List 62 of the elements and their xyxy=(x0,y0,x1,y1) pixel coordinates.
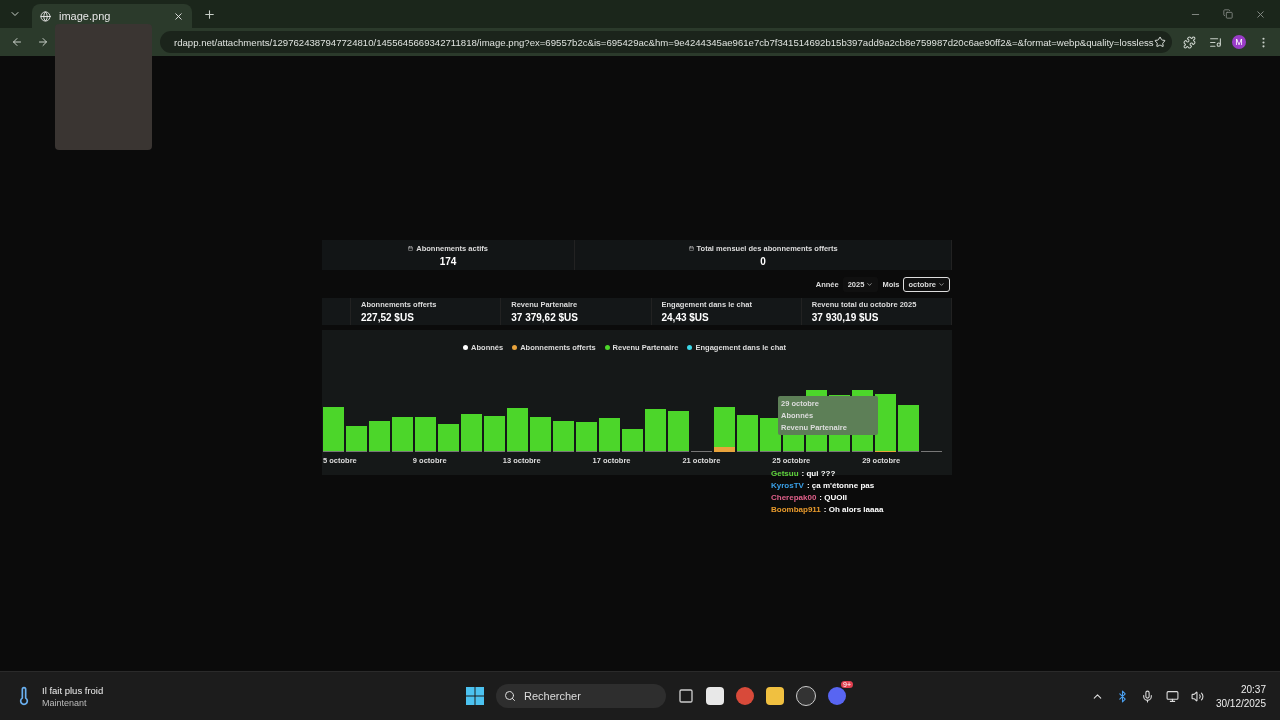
chart-bar xyxy=(668,411,689,452)
chat-username: Boombap911 xyxy=(771,505,821,514)
clock[interactable]: 20:37 30/12/2025 xyxy=(1215,683,1266,709)
chat-username: KyrosTV xyxy=(771,481,804,490)
chart-bar xyxy=(576,422,597,452)
chart-bar xyxy=(737,415,758,452)
chart-bar xyxy=(323,407,344,452)
chat-message: : Oh alors laaaa xyxy=(823,505,884,514)
calendar-icon xyxy=(688,245,694,251)
bookmark-star-icon[interactable] xyxy=(1153,36,1166,48)
folder-app-icon[interactable] xyxy=(766,687,784,705)
bar-segment xyxy=(714,447,735,452)
chart-bar xyxy=(484,416,505,452)
chart-bar xyxy=(507,408,528,452)
chart-bar xyxy=(415,417,436,452)
close-icon[interactable] xyxy=(1255,8,1266,20)
chat-username: Getsuu xyxy=(771,469,799,478)
chat-message: : QUOII xyxy=(819,493,847,502)
caret-icon xyxy=(866,280,874,288)
chart-bar xyxy=(530,417,551,452)
globe-icon xyxy=(40,10,51,22)
chart-bar xyxy=(898,405,919,452)
volume-icon[interactable] xyxy=(1190,689,1204,703)
browser-app-icon[interactable] xyxy=(736,687,754,705)
chart-bar xyxy=(392,417,413,452)
search-icon xyxy=(504,690,516,702)
store-app-icon[interactable] xyxy=(706,687,724,705)
chart-bar xyxy=(438,424,459,452)
close-icon[interactable] xyxy=(173,10,184,22)
extensions-icon[interactable] xyxy=(1180,33,1198,51)
profile-avatar[interactable]: M xyxy=(1232,35,1246,49)
card-value: 0 xyxy=(760,255,766,267)
chart-bar xyxy=(346,426,367,452)
stat-value: 24,43 $US xyxy=(661,312,710,323)
recorder-app-icon[interactable] xyxy=(796,686,816,706)
chart-bar xyxy=(553,421,574,452)
weather-subtitle: Maintenant xyxy=(42,697,88,708)
chart-bar xyxy=(645,409,666,452)
chat-app-icon[interactable] xyxy=(828,687,846,705)
chart-bar xyxy=(760,418,781,452)
calendar-icon xyxy=(408,245,414,251)
stat-value: 227,52 $US xyxy=(361,312,415,323)
card-value: 174 xyxy=(439,255,457,267)
chat-username: Cherepak00 xyxy=(771,493,817,502)
chat-message: : ça m'étonne pas xyxy=(806,481,875,490)
weather-title[interactable]: Il fait plus froid xyxy=(42,684,104,696)
microphone-icon[interactable] xyxy=(1140,689,1154,703)
chart-bar xyxy=(461,414,482,452)
task-view-icon[interactable] xyxy=(678,688,694,704)
chart-bar xyxy=(622,429,643,452)
chart-bar xyxy=(369,421,390,452)
restore-icon[interactable] xyxy=(1223,8,1233,19)
chat-message: : qui ??? xyxy=(801,469,836,478)
address-bar[interactable]: rdapp.net/attachments/1297624387947724810/1455645669342711818/image.png?ex=69557b2c&is=695429ac&hm=9e4244345ae961e7cb7f341514692b15b397add9a2cb8e759987d20c6ae90ff2&=&format=webp&quality=lossless xyxy=(160,31,1172,53)
windows-logo-icon[interactable] xyxy=(466,687,484,705)
chart-bar xyxy=(714,407,735,447)
taskbar-search-field[interactable]: Rechercher xyxy=(496,684,666,708)
caret-icon xyxy=(938,280,945,288)
chart-bar xyxy=(599,418,620,452)
browser-tab[interactable]: image.png xyxy=(32,4,192,28)
stat-value: 37 930,19 $US xyxy=(811,312,880,323)
stat-value: 37 379,62 $US xyxy=(511,312,579,323)
